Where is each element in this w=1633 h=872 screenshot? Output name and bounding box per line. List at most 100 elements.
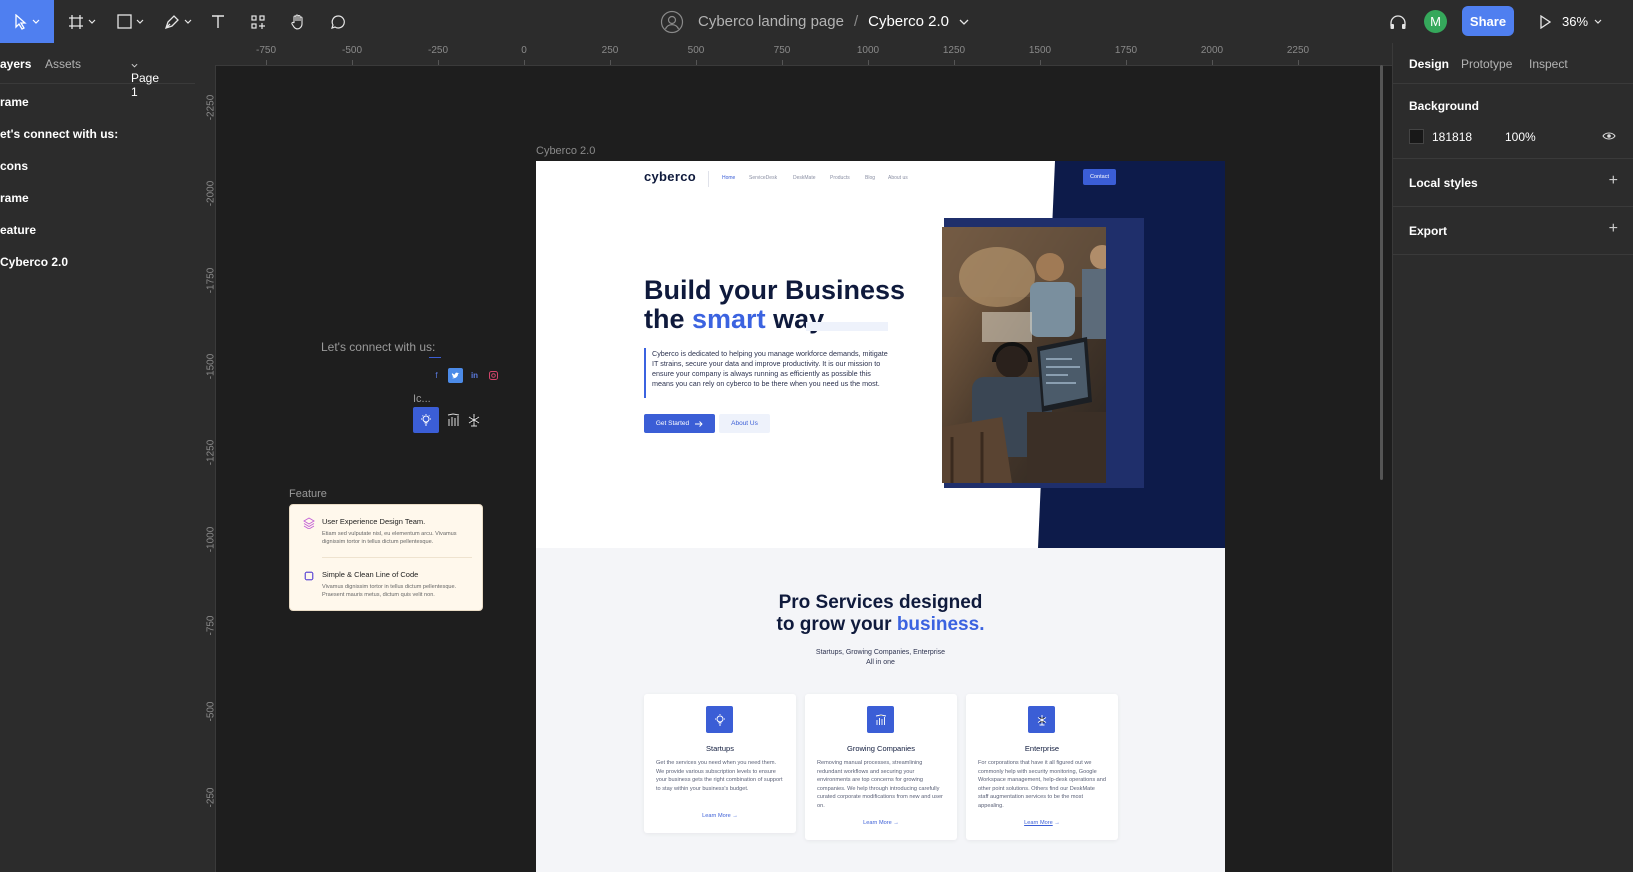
card-title: Growing Companies bbox=[847, 744, 915, 753]
hero-highlight: smart bbox=[692, 304, 766, 334]
ruler-tick-label: -2250 bbox=[205, 94, 217, 121]
tab-design[interactable]: Design bbox=[1409, 57, 1449, 71]
feature-label[interactable]: Feature bbox=[289, 488, 327, 500]
move-tool-button[interactable] bbox=[0, 0, 54, 43]
add-style-icon[interactable]: + bbox=[1609, 172, 1618, 190]
local-styles-title: Local styles bbox=[1409, 176, 1478, 190]
ruler-tick bbox=[954, 60, 955, 65]
enterprise-icon[interactable] bbox=[467, 413, 481, 427]
nav-servicedesk[interactable]: ServiceDesk bbox=[749, 175, 777, 181]
ruler-tick bbox=[352, 60, 353, 65]
twitter-icon[interactable] bbox=[448, 368, 463, 383]
ruler-vertical: -2250 -2000 -1750 -1500 -1250 -1000 -750 -500 -2… bbox=[195, 65, 217, 872]
resources-button[interactable] bbox=[246, 0, 270, 43]
tab-inspect[interactable]: Inspect bbox=[1529, 57, 1568, 71]
learn-more-link[interactable]: Learn More → bbox=[805, 820, 957, 826]
nav-about[interactable]: About us bbox=[888, 175, 908, 181]
layer-item[interactable]: rame bbox=[0, 95, 29, 109]
learn-more-label: Learn More bbox=[702, 813, 731, 819]
ruler-tick bbox=[1040, 60, 1041, 65]
tab-layers[interactable]: ayers bbox=[0, 57, 31, 71]
canvas-scrollbar[interactable] bbox=[1380, 65, 1383, 480]
facebook-icon[interactable]: f bbox=[429, 368, 444, 383]
service-card-startups[interactable]: Startups Get the services you need when … bbox=[644, 694, 796, 833]
services-line-2: to grow your business. bbox=[536, 614, 1225, 636]
ruler-tick-label: 1750 bbox=[1114, 45, 1138, 56]
user-avatar[interactable]: M bbox=[1424, 10, 1447, 33]
feature-divider bbox=[322, 557, 472, 558]
linkedin-icon[interactable]: in bbox=[467, 368, 482, 383]
present-button[interactable] bbox=[1534, 0, 1556, 43]
cursor-icon bbox=[15, 13, 27, 30]
learn-more-label: Learn More bbox=[1024, 820, 1053, 826]
icons-frame bbox=[413, 407, 483, 433]
layer-item[interactable]: cons bbox=[0, 159, 28, 173]
layer-item[interactable]: rame bbox=[0, 191, 29, 205]
share-button[interactable]: Share bbox=[1462, 6, 1514, 36]
bg-opacity[interactable]: 100% bbox=[1505, 130, 1536, 144]
growth-icon bbox=[867, 706, 894, 733]
add-export-icon[interactable]: + bbox=[1609, 220, 1618, 238]
bg-color-hex[interactable]: 181818 bbox=[1432, 130, 1472, 144]
eye-icon[interactable] bbox=[1602, 131, 1616, 141]
get-started-button[interactable]: Get Started bbox=[644, 414, 715, 433]
audio-button[interactable] bbox=[1384, 0, 1412, 43]
hand-tool-button[interactable] bbox=[286, 0, 310, 43]
cyberco-frame[interactable]: cyberco Home ServiceDesk DeskMate Produc… bbox=[536, 161, 1225, 872]
pen-tool-button[interactable] bbox=[160, 0, 196, 43]
page-selector[interactable]: Page 1 bbox=[131, 57, 159, 99]
lightbulb-icon[interactable] bbox=[413, 407, 439, 433]
file-name[interactable]: Cyberco 2.0 bbox=[868, 13, 949, 30]
get-started-label: Get Started bbox=[655, 420, 690, 427]
nav-blog[interactable]: Blog bbox=[865, 175, 875, 181]
tab-prototype[interactable]: Prototype bbox=[1461, 57, 1512, 71]
shape-tool-button[interactable] bbox=[112, 0, 148, 43]
arrow-right-icon: → bbox=[893, 820, 899, 826]
chevron-down-icon[interactable] bbox=[959, 19, 969, 25]
text-tool-button[interactable] bbox=[206, 0, 230, 43]
icons-label[interactable]: Ic... bbox=[413, 393, 431, 405]
ruler-tick-label: -250 bbox=[427, 45, 449, 56]
feature-card[interactable]: User Experience Design Team. Etiam sed v… bbox=[289, 504, 483, 611]
site-logo[interactable]: cyberco bbox=[644, 169, 696, 184]
services-sub-2: All in one bbox=[866, 659, 895, 666]
chevron-down-icon bbox=[131, 63, 138, 68]
contact-button[interactable]: Contact bbox=[1083, 169, 1116, 185]
ruler-tick-label: -750 bbox=[255, 45, 277, 56]
nav-home[interactable]: Home bbox=[722, 175, 735, 181]
layer-item[interactable]: Cyberco 2.0 bbox=[0, 255, 68, 269]
nav-products[interactable]: Products bbox=[830, 175, 850, 181]
frame-tool-button[interactable] bbox=[64, 0, 100, 43]
ruler-tick-label: -500 bbox=[341, 45, 363, 56]
layer-item[interactable]: eature bbox=[0, 223, 36, 237]
instagram-icon[interactable] bbox=[486, 368, 501, 383]
office-photo-illustration bbox=[942, 227, 1106, 483]
about-us-button[interactable]: About Us bbox=[719, 414, 770, 433]
comment-tool-button[interactable] bbox=[326, 0, 350, 43]
pen-icon bbox=[164, 14, 179, 29]
frame-label[interactable]: Cyberco 2.0 bbox=[536, 145, 595, 157]
project-name[interactable]: Cyberco landing page bbox=[698, 13, 844, 30]
ruler-tick-label: 250 bbox=[601, 45, 619, 56]
connect-label[interactable]: Let's connect with us: bbox=[321, 340, 435, 354]
layer-item[interactable]: et's connect with us: bbox=[0, 127, 118, 141]
growth-icon[interactable] bbox=[447, 413, 461, 427]
nav-deskmate[interactable]: DeskMate bbox=[793, 175, 816, 181]
service-card-growing[interactable]: Growing Companies Removing manual proces… bbox=[805, 694, 957, 840]
layers-panel: ayers Assets Page 1 rame et's connect wi… bbox=[0, 43, 196, 872]
bg-color-swatch[interactable] bbox=[1409, 129, 1424, 144]
ruler-tick bbox=[266, 60, 267, 65]
tab-assets[interactable]: Assets bbox=[45, 57, 81, 71]
ruler-tick bbox=[610, 60, 611, 65]
service-card-enterprise[interactable]: Enterprise For corporations that have it… bbox=[966, 694, 1118, 840]
zoom-dropdown[interactable]: 36% bbox=[1562, 0, 1602, 43]
hero-quote-bar bbox=[644, 348, 646, 398]
ruler-tick-label: 2250 bbox=[1286, 45, 1310, 56]
code-chip-icon bbox=[304, 571, 314, 581]
learn-more-link[interactable]: Learn More → bbox=[966, 820, 1118, 826]
chevron-down-icon bbox=[1594, 19, 1602, 24]
social-underline bbox=[429, 357, 441, 358]
learn-more-link[interactable]: Learn More → bbox=[644, 813, 796, 819]
components-icon bbox=[251, 14, 265, 29]
card-text: Get the services you need when you need … bbox=[656, 760, 783, 792]
